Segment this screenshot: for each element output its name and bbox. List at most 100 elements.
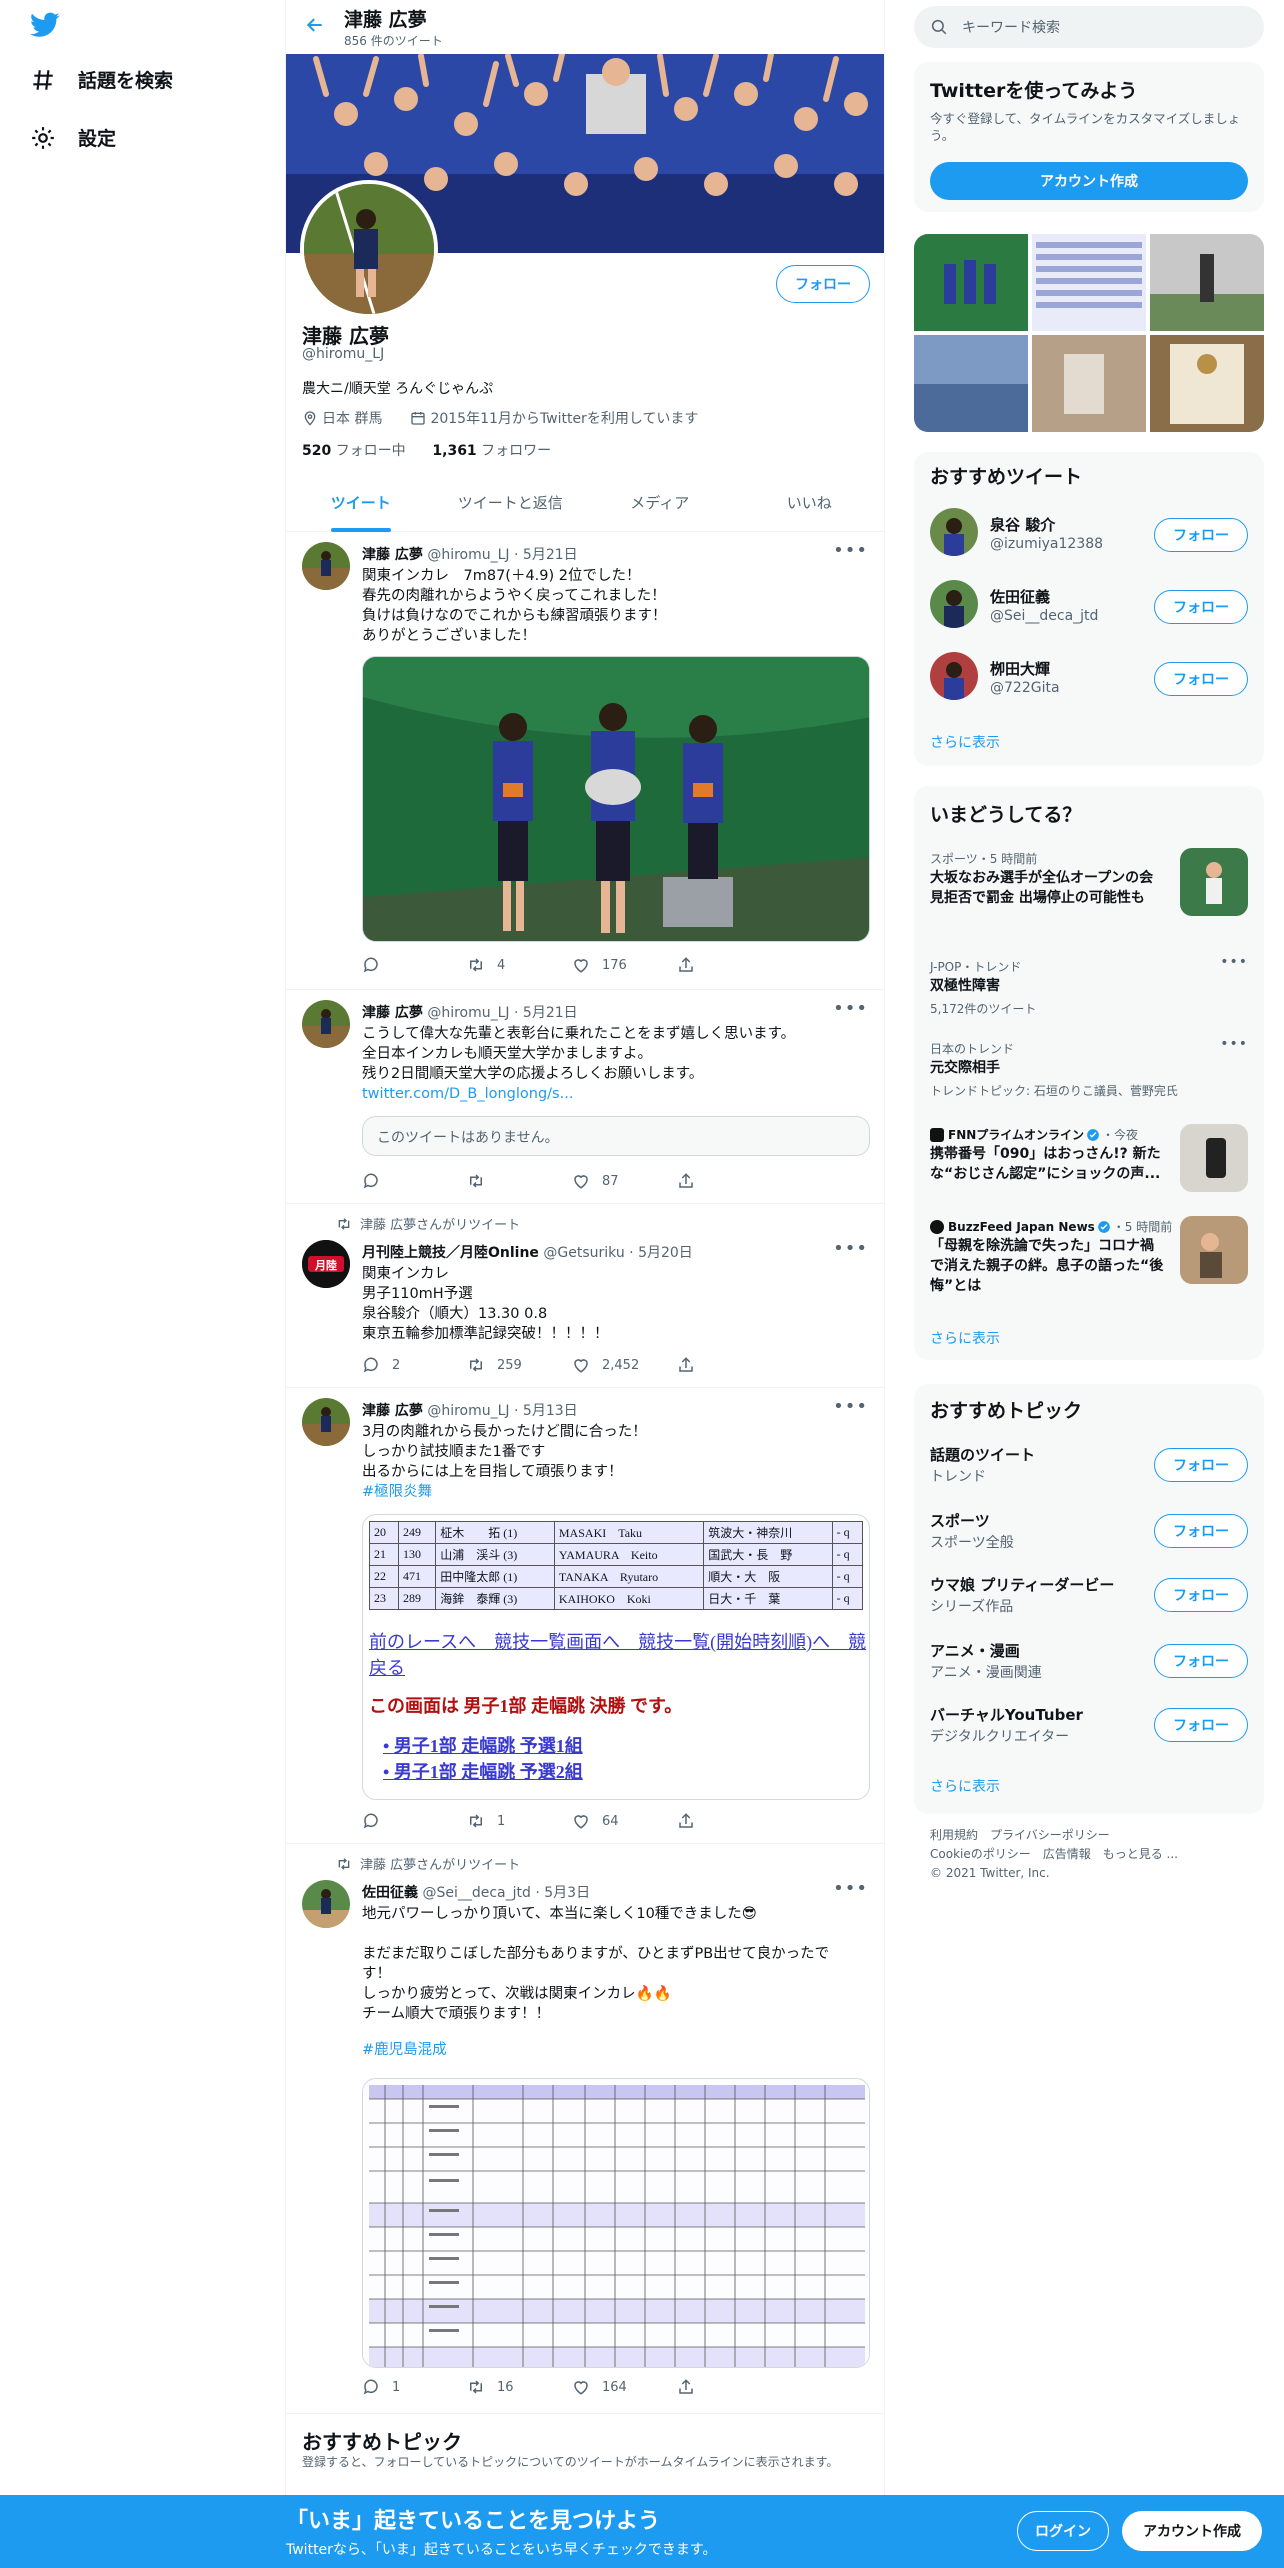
like-button[interactable]: 164 [572,2378,677,2396]
signup-button[interactable]: アカウント作成 [1122,2511,1262,2551]
tweet-author-name[interactable]: 月刊陸上競技／月陸Online [362,1245,539,1261]
back-arrow-icon[interactable] [286,15,344,39]
result-back-link[interactable]: 戻る [369,1654,863,1680]
tweet-date[interactable]: 5月21日 [523,547,578,563]
topic-name[interactable]: 話題のツイート [930,1444,1035,1465]
share-button[interactable] [677,956,782,974]
followers-link[interactable]: 1,361 フォロワー [432,443,551,459]
follow-button[interactable]: フォロー [1154,662,1248,696]
tweet-author-name[interactable]: 津藤 広夢 [362,1403,423,1419]
tweet-author-handle[interactable]: @Getsuriku [543,1245,624,1261]
follow-button[interactable]: フォロー [1154,1708,1248,1742]
reply-button[interactable] [362,1812,467,1830]
tweet-author-handle[interactable]: @Sei__deca_jtd [422,1885,530,1901]
tweet-photo-screenshot[interactable]: 20 249 柾木 拓 (1) MASAKI Taku 筑波大・神奈川 - q 21 130… [362,1514,870,1800]
profile-follow-button[interactable]: フォロー [776,265,870,303]
tab-media[interactable]: メディア [585,480,735,531]
tweet-date[interactable]: 5月20日 [638,1245,693,1261]
topic-name[interactable]: アニメ・漫画 [930,1640,1020,1661]
avatar[interactable] [930,652,978,700]
tweet-date[interactable]: 5月21日 [523,1005,578,1021]
share-button[interactable] [677,1356,782,1374]
retweet-button[interactable]: 1 [467,1812,572,1830]
twitter-logo-icon[interactable] [30,12,60,42]
trend-title[interactable]: 双極性障害 [930,976,1000,996]
tweet-photo[interactable] [362,656,870,942]
trend-title[interactable]: 携帯番号「090」はおっさん!? 新たな“おじさん認定”にショックの声... [930,1144,1166,1184]
create-account-button[interactable]: アカウント作成 [930,162,1248,200]
trend-title[interactable]: 元交際相手 [930,1058,1000,1078]
more-icon[interactable]: ••• [833,1238,868,1259]
retweet-button[interactable]: 259 [467,1356,572,1374]
tweet-author-handle[interactable]: @hiromu_LJ [427,1403,509,1419]
tweet-author-name[interactable]: 津藤 広夢 [362,547,423,563]
trend-thumbnail[interactable] [1180,1124,1248,1192]
follow-button[interactable]: フォロー [1154,518,1248,552]
trend-thumbnail[interactable] [1180,1216,1248,1284]
login-button[interactable]: ログイン [1017,2511,1109,2551]
tweet[interactable]: 津藤 広夢 @hiromu_LJ · 5月13日 ••• 3月の肉離れから長かっ… [286,1388,884,1844]
avatar[interactable] [302,1000,350,1048]
reply-button[interactable]: 2 [362,1356,467,1374]
show-more-link[interactable]: さらに表示 [930,732,1000,752]
avatar[interactable] [930,508,978,556]
recommended-user-name[interactable]: 泉谷 駿介 [990,514,1055,535]
topic-name[interactable]: ウマ娘 プリティーダービー [930,1574,1114,1595]
like-button[interactable]: 2,452 [572,1356,677,1374]
recommended-user-handle[interactable]: @722Gita [990,680,1060,696]
recommended-user-handle[interactable]: @izumiya12388 [990,536,1103,552]
result-bullet-1[interactable]: • 男子1部 走幅跳 予選1組 [383,1732,863,1758]
follow-button[interactable]: フォロー [1154,1514,1248,1548]
avatar[interactable] [302,542,350,590]
show-more-link[interactable]: さらに表示 [930,1776,1000,1796]
recommended-user-name[interactable]: 栁田大輝 [990,658,1050,679]
share-button[interactable] [677,2378,782,2396]
share-button[interactable] [677,1172,782,1190]
trend-title[interactable]: 大坂なおみ選手が全仏オープンの会見拒否で罰金 出場停止の可能性も [930,868,1162,908]
tab-likes[interactable]: いいね [735,480,885,531]
tab-tweets-replies[interactable]: ツイートと返信 [436,480,586,531]
share-button[interactable] [677,1812,782,1830]
tweet-author-handle[interactable]: @hiromu_LJ [427,547,509,563]
retweet-button[interactable] [467,1172,572,1190]
tweet[interactable]: 津藤 広夢さんがリツイート 佐田征義 @Sei__deca_jtd · 5月3日… [286,1844,884,2414]
topic-name[interactable]: バーチャルYouTuber [930,1704,1083,1725]
result-nav-links[interactable]: 前のレースへ 競技一覧画面へ 競技一覧(開始時刻順)へ 競 [369,1628,866,1654]
recommended-user-handle[interactable]: @Sei__deca_jtd [990,608,1098,624]
tweet-author-name[interactable]: 佐田征義 [362,1885,418,1901]
tweet-author-handle[interactable]: @hiromu_LJ [427,1005,509,1021]
footer-line-2[interactable]: Cookieのポリシー 広告情報 もっと見る ... [930,1845,1178,1864]
recommended-user-name[interactable]: 佐田征義 [990,586,1050,607]
tweet[interactable]: 津藤 広夢さんがリツイート 月陸 月刊陸上競技／月陸Online @Getsur… [286,1204,884,1388]
like-button[interactable]: 87 [572,1172,677,1190]
more-icon[interactable]: ••• [833,1396,868,1417]
avatar[interactable] [930,580,978,628]
follow-button[interactable]: フォロー [1154,1644,1248,1678]
more-icon[interactable]: ••• [1220,1036,1248,1052]
tweet-hashtag[interactable]: #極限炎舞 [362,1482,432,1502]
tweet-hashtag[interactable]: #鹿児島混成 [362,2040,447,2060]
follow-button[interactable]: フォロー [1154,1578,1248,1612]
tab-tweets[interactable]: ツイート [286,480,436,532]
tweet-date[interactable]: 5月3日 [544,1885,590,1901]
topic-name[interactable]: スポーツ [930,1510,990,1531]
more-icon[interactable]: ••• [833,1878,868,1899]
search-input[interactable]: キーワード検索 [914,6,1264,48]
avatar[interactable] [302,1398,350,1446]
reply-button[interactable] [362,956,467,974]
nav-explore[interactable]: 話題を検索 [30,66,173,93]
tweet[interactable]: 津藤 広夢 @hiromu_LJ · 5月21日 ••• こうして偉大な先輩と表… [286,990,884,1204]
tweet[interactable]: 津藤 広夢 @hiromu_LJ · 5月21日 ••• 関東インカレ 7m87… [286,532,884,990]
trend-title[interactable]: 「母親を除洗論で失った」コロナ禍で消えた親子の絆。息子の語った“後悔”とは [930,1236,1166,1296]
tweet-date[interactable]: 5月13日 [523,1403,578,1419]
avatar[interactable]: 月陸 [302,1240,350,1288]
tweet-author-name[interactable]: 津藤 広夢 [362,1005,423,1021]
media-grid[interactable] [914,234,1264,432]
follow-button[interactable]: フォロー [1154,590,1248,624]
follow-button[interactable]: フォロー [1154,1448,1248,1482]
profile-avatar[interactable] [300,180,438,318]
more-icon[interactable]: ••• [1220,954,1248,970]
tweet-photo-score-sheet[interactable] [362,2078,870,2368]
footer-line-1[interactable]: 利用規約 プライバシーポリシー [930,1826,1178,1845]
more-icon[interactable]: ••• [833,540,868,561]
